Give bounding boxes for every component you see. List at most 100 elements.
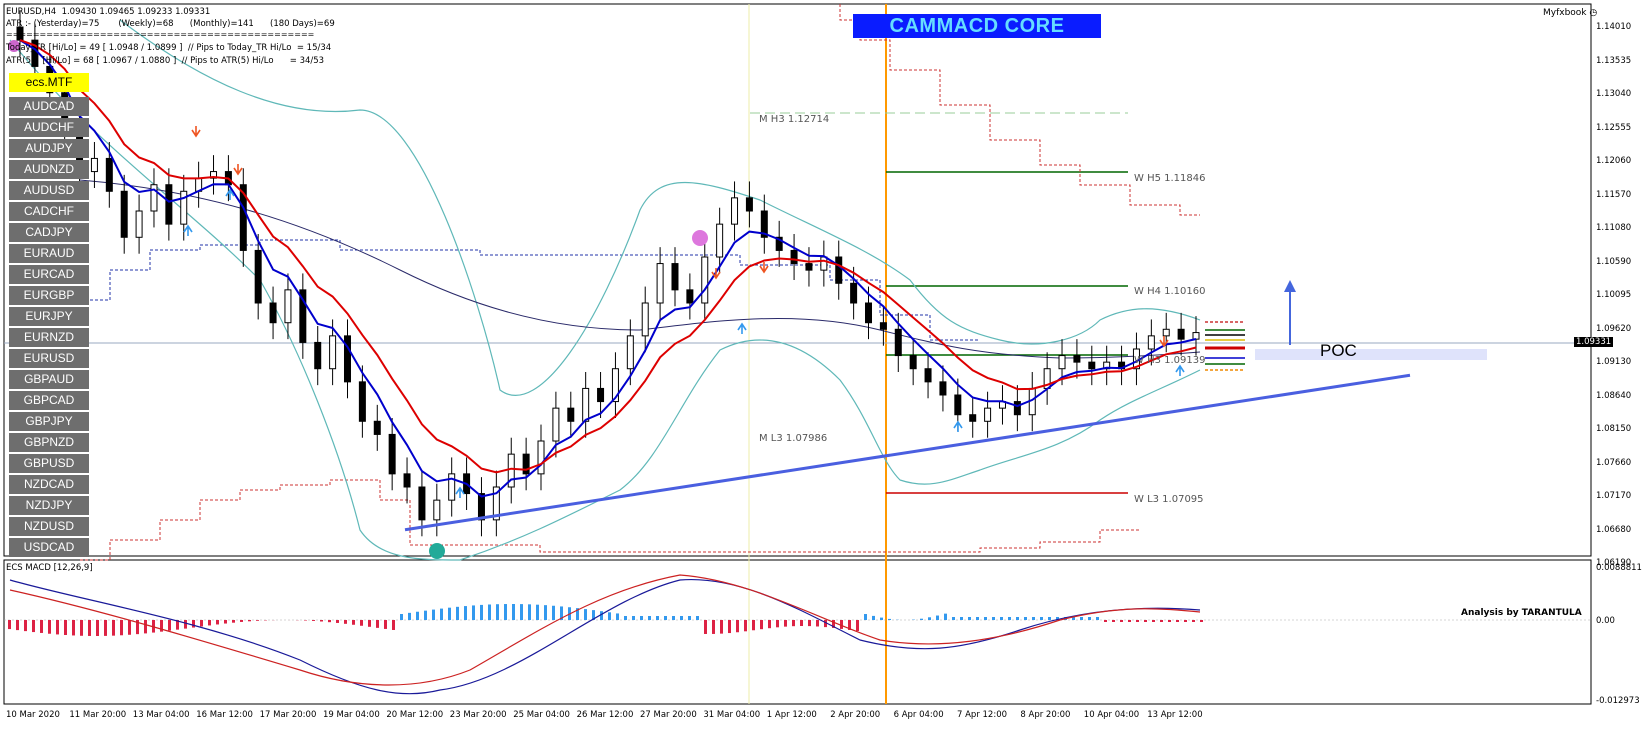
symbol-button-usdcad[interactable]: USDCAD <box>9 538 89 557</box>
symbol-button-gbpusd[interactable]: GBPUSD <box>9 454 89 473</box>
macd-bar-negative <box>320 620 323 621</box>
bear-candle <box>389 434 395 473</box>
symbol-button-gbpnzd[interactable]: GBPNZD <box>9 433 89 452</box>
macd-tick-label: 0.0088811 <box>1596 563 1642 573</box>
macd-bar-positive <box>552 606 555 620</box>
symbol-button-eurusd[interactable]: EURUSD <box>9 349 89 368</box>
macd-bar-positive <box>1016 617 1019 620</box>
symbol-button-gbpjpy[interactable]: GBPJPY <box>9 412 89 431</box>
macd-bar-positive <box>1048 617 1051 620</box>
symbol-button-eurcad[interactable]: EURCAD <box>9 265 89 284</box>
symbol-button-eurnzd[interactable]: EURNZD <box>9 328 89 347</box>
symbol-button-nzdjpy[interactable]: NZDJPY <box>9 496 89 515</box>
macd-bar-positive <box>616 613 619 620</box>
macd-bar-positive <box>984 617 987 620</box>
time-tick-label: 19 Mar 04:00 <box>323 710 380 720</box>
macd-bar-negative <box>376 620 379 628</box>
macd-bar-negative <box>48 620 51 634</box>
macd-bar-positive <box>688 616 691 620</box>
time-tick-label: 31 Mar 04:00 <box>703 710 760 720</box>
bear-candle <box>315 342 321 368</box>
indicator-title: CAMMACD CORE <box>853 14 1101 38</box>
level-w-h5: W H5 1.11846 <box>1134 173 1205 184</box>
macd-bar-negative <box>56 620 59 634</box>
macd-bar-negative <box>232 620 235 623</box>
buy-arrow-icon <box>954 422 962 432</box>
macd-bar-positive <box>608 612 611 620</box>
bull-candle <box>702 257 708 303</box>
symbol-button-gbpcad[interactable]: GBPCAD <box>9 391 89 410</box>
macd-bar-positive <box>936 616 939 620</box>
bear-candle <box>598 388 604 401</box>
symbol-button-cadchf[interactable]: CADCHF <box>9 202 89 221</box>
price-tick-label: 1.13040 <box>1596 89 1631 99</box>
macd-bar-positive <box>480 605 483 620</box>
macd-bar-negative <box>1184 620 1187 622</box>
time-tick-label: 20 Mar 12:00 <box>386 710 443 720</box>
symbol-button-cadjpy[interactable]: CADJPY <box>9 223 89 242</box>
macd-bar-negative <box>392 620 395 630</box>
macd-bar-positive <box>472 605 475 620</box>
macd-bar-negative <box>1200 620 1203 622</box>
poc-zone <box>1255 349 1487 360</box>
bull-candle <box>717 224 723 257</box>
price-tick-label: 1.06680 <box>1596 525 1631 535</box>
macd-bar-positive <box>584 609 587 620</box>
price-tick-label: 1.12555 <box>1596 123 1631 133</box>
symbol-button-euraud[interactable]: EURAUD <box>9 244 89 263</box>
macd-bar-positive <box>528 604 531 620</box>
macd-bar-negative <box>216 620 219 624</box>
macd-bar-negative <box>360 620 363 626</box>
atr-line: ATR :- (Yesterday)=75 (Weekly)=68 (Month… <box>6 19 335 29</box>
macd-bar-positive <box>672 616 675 620</box>
macd-bar-positive <box>512 604 515 620</box>
macd-bar-negative <box>1192 620 1195 622</box>
bear-candle <box>851 283 857 303</box>
bear-candle <box>895 329 901 355</box>
bear-candle <box>374 421 380 434</box>
time-tick-label: 17 Mar 20:00 <box>260 710 317 720</box>
symbol-button-audusd[interactable]: AUDUSD <box>9 181 89 200</box>
time-tick-label: 16 Mar 12:00 <box>196 710 253 720</box>
price-tick-label: 1.11570 <box>1596 190 1631 200</box>
time-tick-label: 25 Mar 04:00 <box>513 710 570 720</box>
bear-candle <box>925 369 931 382</box>
bear-candle <box>166 185 172 224</box>
macd-bar-positive <box>424 611 427 620</box>
macd-bar-negative <box>800 620 803 626</box>
bull-candle <box>1193 333 1199 340</box>
macd-bar-positive <box>632 616 635 620</box>
price-tick-label: 1.09130 <box>1596 357 1631 367</box>
macd-bar-negative <box>1112 620 1115 622</box>
price-tick-label: 1.10095 <box>1596 290 1631 300</box>
mtf-label[interactable]: ecs.MTF <box>9 73 89 92</box>
poc-label: POC <box>1320 341 1357 361</box>
bear-candle <box>806 264 812 271</box>
price-tick-label: 1.10590 <box>1596 257 1631 267</box>
buy-arrow-icon <box>456 488 464 498</box>
symbol-button-audjpy[interactable]: AUDJPY <box>9 139 89 158</box>
bull-candle <box>821 257 827 270</box>
symbol-button-nzdusd[interactable]: NZDUSD <box>9 517 89 536</box>
macd-bar-negative <box>352 620 355 625</box>
symbol-button-eurjpy[interactable]: EURJPY <box>9 307 89 326</box>
up-arrow-head <box>1284 280 1296 292</box>
bear-candle <box>746 198 752 211</box>
bull-candle <box>1148 336 1154 349</box>
bear-candle <box>970 415 976 422</box>
symbol-button-audcad[interactable]: AUDCAD <box>9 97 89 116</box>
bear-candle <box>568 408 574 421</box>
macd-bar-negative <box>112 620 115 636</box>
bull-candle <box>1059 356 1065 369</box>
macd-bar-negative <box>312 620 315 621</box>
symbol-button-audnzd[interactable]: AUDNZD <box>9 160 89 179</box>
time-tick-label: 6 Apr 04:00 <box>894 710 944 720</box>
symbol-button-audchf[interactable]: AUDCHF <box>9 118 89 137</box>
sell-arrow-icon <box>234 164 242 174</box>
symbol-button-nzdcad[interactable]: NZDCAD <box>9 475 89 494</box>
macd-bar-negative <box>72 620 75 635</box>
symbol-button-eurgbp[interactable]: EURGBP <box>9 286 89 305</box>
macd-bar-positive <box>680 616 683 620</box>
macd-bar-negative <box>728 620 731 633</box>
symbol-button-gbpaud[interactable]: GBPAUD <box>9 370 89 389</box>
